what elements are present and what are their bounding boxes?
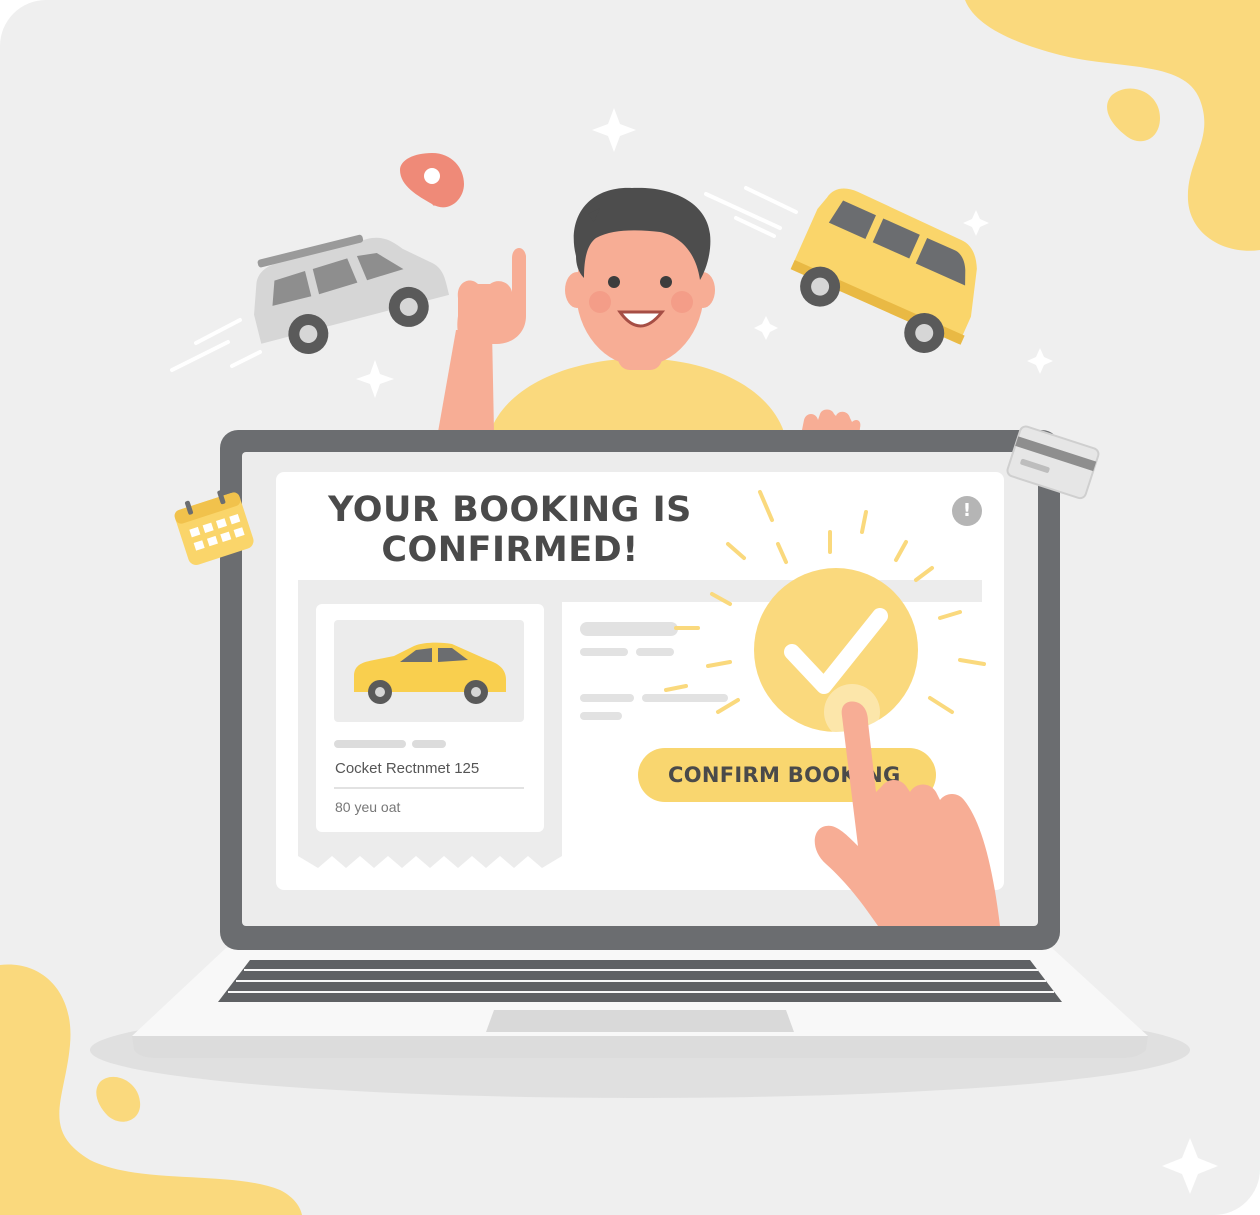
car-name-label: Cocket Rectnmet 125 [335, 760, 480, 777]
check-badge-icon [754, 568, 918, 732]
booking-illustration [0, 0, 1260, 1215]
confirmation-headline: YOUR BOOKING IS CONFIRMED! [300, 490, 720, 570]
info-button[interactable]: ! [952, 496, 982, 526]
info-icon: ! [962, 500, 972, 521]
car-subtitle-label: 80 yeu oat [335, 799, 401, 815]
trackpad [486, 1010, 794, 1032]
headline-line-2: CONFIRMED! [381, 530, 639, 570]
confirm-booking-label: CONFIRM BOOKING [668, 763, 901, 787]
illustration-scene: YOUR BOOKING IS CONFIRMED! Cocket Rectnm… [0, 0, 1260, 1215]
confirm-booking-button[interactable]: CONFIRM BOOKING [638, 748, 936, 802]
headline-line-1: YOUR BOOKING IS [328, 490, 692, 530]
